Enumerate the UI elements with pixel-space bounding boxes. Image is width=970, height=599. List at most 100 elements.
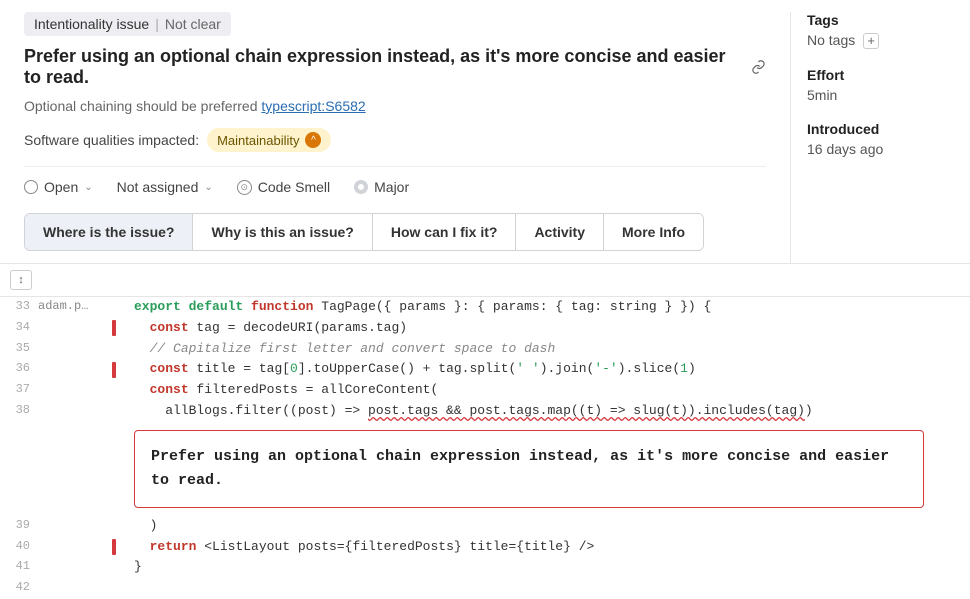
code-smell-icon: ⊙	[237, 180, 252, 195]
line-number: 34	[0, 318, 38, 339]
issue-category-badge: Intentionality issue | Not clear	[24, 12, 766, 36]
gutter-mark	[106, 339, 134, 360]
code-line: 40 return <ListLayout posts={filteredPos…	[0, 537, 970, 558]
tab-activity[interactable]: Activity	[516, 214, 604, 250]
code-line: 34 const tag = decodeURI(params.tag)	[0, 318, 970, 339]
assignee-text: Not assigned	[117, 179, 199, 195]
line-author	[38, 339, 106, 360]
status-open-text: Open	[44, 179, 78, 195]
quality-impacted: Software qualities impacted: Maintainabi…	[24, 128, 766, 152]
chevron-down-icon: ⌄	[84, 182, 92, 193]
line-number: 39	[0, 516, 38, 537]
line-author	[38, 578, 106, 599]
code-line: 41 }	[0, 557, 970, 578]
desc-prefix: Optional chaining should be preferred	[24, 98, 261, 114]
badge-divider: |	[155, 16, 159, 32]
effort-label: Effort	[807, 67, 970, 83]
rule-link[interactable]: typescript:S6582	[261, 98, 365, 114]
tab-fix[interactable]: How can I fix it?	[373, 214, 517, 250]
code-content[interactable]: const tag = decodeURI(params.tag)	[134, 318, 970, 339]
issue-title: Prefer using an optional chain expressio…	[24, 46, 766, 88]
issue-title-text: Prefer using an optional chain expressio…	[24, 46, 743, 88]
code-content[interactable]: // Capitalize first letter and convert s…	[134, 339, 970, 360]
gutter-mark	[106, 380, 134, 401]
quality-badge-text: Maintainability	[217, 133, 299, 148]
code-content[interactable]: const filteredPosts = allCoreContent(	[134, 380, 970, 401]
line-number: 37	[0, 380, 38, 401]
tab-more-info[interactable]: More Info	[604, 214, 703, 250]
assignee-dropdown[interactable]: Not assigned ⌄	[117, 179, 213, 195]
permalink-icon[interactable]	[751, 59, 766, 75]
issue-type[interactable]: ⊙ Code Smell	[237, 179, 330, 195]
line-author	[38, 318, 106, 339]
issue-marker-icon	[112, 362, 116, 378]
code-content[interactable]: )	[134, 516, 970, 537]
maintainability-badge[interactable]: Maintainability ^	[207, 128, 331, 152]
gutter-mark	[106, 537, 134, 558]
tags-value: No tags +	[807, 32, 970, 49]
line-number: 38	[0, 401, 38, 422]
line-author	[38, 557, 106, 578]
line-number: 35	[0, 339, 38, 360]
gutter-mark	[106, 318, 134, 339]
line-author	[38, 537, 106, 558]
code-content[interactable]: }	[134, 557, 970, 578]
issue-type-text: Code Smell	[258, 179, 330, 195]
code-line: 39 )	[0, 516, 970, 537]
issue-description: Optional chaining should be preferred ty…	[24, 98, 766, 114]
gutter-mark	[106, 557, 134, 578]
gutter-mark	[106, 578, 134, 599]
sidebar: Tags No tags + Effort 5min Introduced 16…	[790, 12, 970, 263]
quality-label: Software qualities impacted:	[24, 132, 199, 148]
code-line: 42	[0, 578, 970, 599]
status-row: Open ⌄ Not assigned ⌄ ⊙ Code Smell Major	[24, 179, 766, 195]
line-author	[38, 401, 106, 422]
code-line: 36 const title = tag[0].toUpperCase() + …	[0, 359, 970, 380]
line-number: 41	[0, 557, 38, 578]
status-open-dropdown[interactable]: Open ⌄	[24, 179, 93, 195]
chevron-down-icon: ⌄	[204, 182, 212, 193]
issue-severity[interactable]: Major	[354, 179, 409, 195]
expand-bar: ↕	[0, 264, 970, 297]
issue-marker-icon	[112, 539, 116, 555]
line-number: 33	[0, 297, 38, 318]
tags-text: No tags	[807, 32, 855, 48]
chevron-up-icon: ^	[305, 132, 321, 148]
code-content[interactable]: return <ListLayout posts={filteredPosts}…	[134, 537, 970, 558]
gutter-mark	[106, 297, 134, 318]
divider	[24, 166, 766, 167]
code-content[interactable]: export default function TagPage({ params…	[134, 297, 970, 318]
tags-label: Tags	[807, 12, 970, 28]
tab-why[interactable]: Why is this an issue?	[193, 214, 372, 250]
introduced-value: 16 days ago	[807, 141, 970, 157]
category-text: Intentionality issue	[34, 16, 149, 32]
gutter-mark	[106, 516, 134, 537]
issue-message-box[interactable]: Prefer using an optional chain expressio…	[134, 430, 924, 508]
code-content[interactable]: const title = tag[0].toUpperCase() + tag…	[134, 359, 970, 380]
code-line: 33 adam.p… export default function TagPa…	[0, 297, 970, 318]
code-line: 38 allBlogs.filter((post) => post.tags &…	[0, 401, 970, 422]
line-author	[38, 380, 106, 401]
severity-text: Major	[374, 179, 409, 195]
line-number: 36	[0, 359, 38, 380]
line-number: 42	[0, 578, 38, 599]
tabs: Where is the issue? Why is this an issue…	[24, 213, 704, 251]
issue-marker-icon	[112, 320, 116, 336]
severity-icon	[354, 180, 368, 194]
code-line: 37 const filteredPosts = allCoreContent(	[0, 380, 970, 401]
gutter-mark	[106, 359, 134, 380]
code-line: 35 // Capitalize first letter and conver…	[0, 339, 970, 360]
effort-value: 5min	[807, 87, 970, 103]
code-area: 33 adam.p… export default function TagPa…	[0, 297, 970, 599]
subcategory-text: Not clear	[165, 16, 221, 32]
code-panel: ↕ 33 adam.p… export default function Tag…	[0, 263, 970, 599]
line-author	[38, 516, 106, 537]
code-content[interactable]: allBlogs.filter((post) => post.tags && p…	[134, 401, 970, 422]
code-content[interactable]	[134, 578, 970, 599]
expand-up-button[interactable]: ↕	[10, 270, 32, 290]
add-tag-button[interactable]: +	[863, 33, 879, 49]
line-author: adam.p…	[38, 297, 106, 318]
radio-icon	[24, 180, 38, 194]
gutter-mark	[106, 401, 134, 422]
tab-where[interactable]: Where is the issue?	[25, 214, 193, 250]
